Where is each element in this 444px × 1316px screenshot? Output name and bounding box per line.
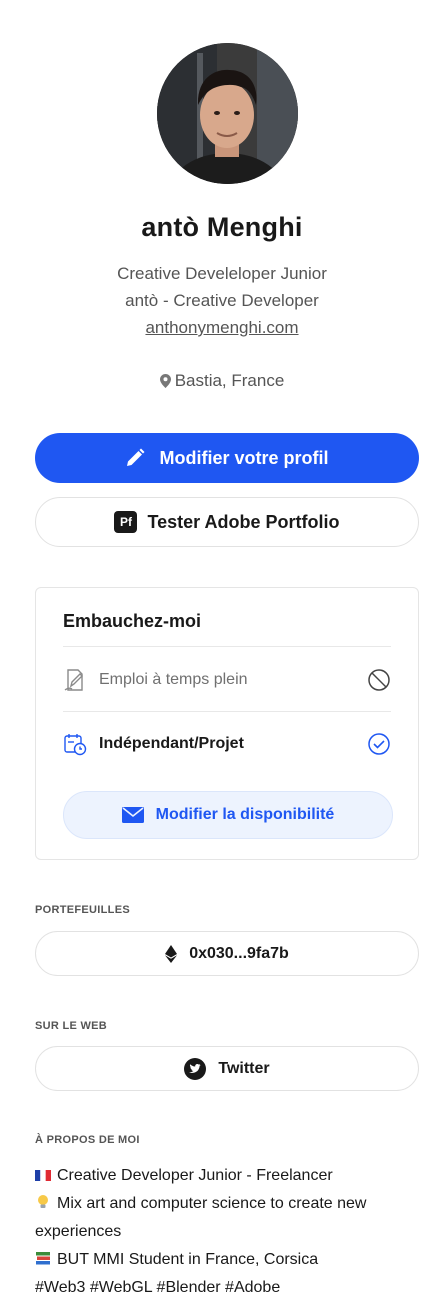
signature-icon [64,669,83,691]
adobe-portfolio-button[interactable]: Pf Tester Adobe Portfolio [35,497,419,547]
wallet-address-button[interactable]: 0x030...9fa7b [35,931,419,976]
about-line: Creative Developer Junior - Freelancer [35,1162,430,1190]
about-line: BUT MMI Student in France, Corsica [35,1246,430,1274]
profile-name: antò Menghi [141,212,303,242]
hire-option-freelance: Indépendant/Projet [63,729,391,759]
edit-profile-label: Modifier votre profil [159,447,329,468]
hire-me-title: Embauchez-moi [63,611,202,631]
hire-option-label: Emploi à temps plein [99,671,248,688]
light-bulb-icon [38,1195,48,1208]
envelope-icon [121,807,144,823]
pencil-icon [127,448,145,466]
about-line: Mix art and computer science to create n… [35,1195,367,1240]
location-pin-icon [159,374,171,388]
edit-availability-label: Modifier la disponibilité [155,806,335,823]
website-link[interactable]: anthonymenghi.com [145,318,298,337]
web-section-label: SUR LE WEB [35,1020,108,1032]
location-text: Bastia, France [174,371,285,390]
edit-availability-button[interactable]: Modifier la disponibilité [63,791,393,839]
profile-company: antò - Creative Developer [125,291,319,310]
website-link-row: anthonymenghi.com [0,318,444,338]
profile-headline: Creative Develeloper Junior [117,264,327,283]
twitter-label: Twitter [218,1059,270,1077]
hire-option-label: Indépendant/Projet [99,735,244,752]
hire-me-card: Embauchez-moi Emploi à temps plein Indép… [35,587,419,860]
avatar-photo [157,43,298,184]
profile-location: Bastia, France [0,371,444,391]
about-text: Creative Developer Junior - Freelancer M… [35,1162,430,1302]
twitter-link-button[interactable]: Twitter [35,1046,419,1091]
divider [63,711,391,712]
divider [63,646,391,647]
books-icon [36,1252,50,1265]
about-section-label: À PROPOS DE MOI [35,1134,140,1146]
wallets-section-label: PORTEFEUILLES [35,904,130,916]
about-line: #Web3 #WebGL #Blender #Adobe [35,1279,281,1296]
ethereum-icon [165,944,178,963]
adobe-portfolio-icon: Pf [114,511,138,533]
france-flag-icon [35,1170,51,1181]
calendar-clock-icon [64,734,87,756]
block-icon[interactable] [367,668,391,692]
profile-page: antò Menghi Creative Develeloper Junior … [0,0,444,1316]
wallet-address: 0x030...9fa7b [189,944,289,962]
check-circle-icon[interactable] [367,732,391,756]
twitter-icon [184,1057,207,1080]
adobe-portfolio-label: Tester Adobe Portfolio [147,511,340,532]
edit-profile-button[interactable]: Modifier votre profil [35,433,419,483]
avatar[interactable] [157,43,298,184]
hire-option-fulltime: Emploi à temps plein [63,665,391,695]
